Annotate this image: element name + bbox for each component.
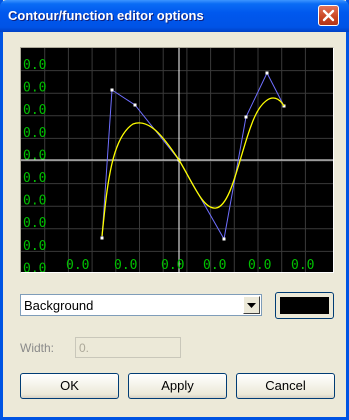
dropdown-arrow-button[interactable] [243,296,260,314]
function-graph[interactable]: 0.0 0.0 0.0 0.0 0.0 0.0 0.0 0.0 0.0 0.0 0.0 0.0 0.0 0… [20,47,334,273]
color-swatch [280,297,329,314]
control-point [265,71,269,75]
control-point [133,103,137,107]
color-picker-button[interactable] [275,292,334,319]
x-tick-label: 0.0 [66,258,89,272]
y-tick-label: 0.0 [23,58,46,73]
y-tick-label: 0.0 [23,126,46,141]
element-select-value: Background [24,298,94,313]
apply-button[interactable]: Apply [128,373,227,399]
control-point [100,236,104,240]
title-bar[interactable]: Contour/function editor options [0,0,349,32]
y-tick-label: 0.0 [23,239,46,254]
width-input[interactable]: 0. [75,337,181,358]
y-tick-label: 0.0 [23,103,46,118]
ok-button[interactable]: OK [20,373,119,399]
chevron-down-icon [247,303,256,308]
dialog-window: Contour/function editor options 0.0 0.0 0.… [0,0,349,420]
control-point [244,115,248,119]
element-select[interactable]: Background [20,294,262,316]
y-tick-label: 0.0 [23,194,46,209]
close-icon [322,9,335,22]
x-tick-label: 0.0 [203,258,226,272]
control-point [222,237,226,241]
x-tick-label: 0.0 [161,258,184,272]
y-tick-label: 0.0 [23,261,46,272]
y-tick-label: 0.0 [23,171,46,186]
y-tick-label: 0.0 [23,81,46,96]
x-tick-label: 0.0 [114,258,137,272]
cancel-button[interactable]: Cancel [236,373,335,399]
x-tick-label: 0.0 [248,258,271,272]
close-button[interactable] [318,5,339,26]
y-tick-label: 0.0 [23,216,46,231]
graph-canvas: 0.0 0.0 0.0 0.0 0.0 0.0 0.0 0.0 0.0 0.0 0.0 0.0 0.0 0… [21,48,333,272]
control-point [110,88,114,92]
x-tick-label: 0.0 [291,258,314,272]
window-title: Contour/function editor options [8,8,204,23]
y-tick-label: 0.0 [23,148,46,163]
width-label: Width: [20,341,55,355]
